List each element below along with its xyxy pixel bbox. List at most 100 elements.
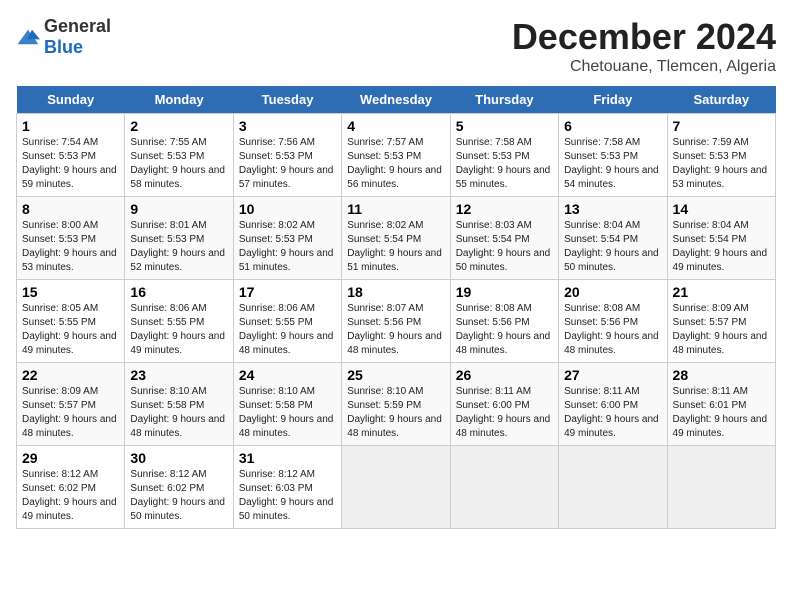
day-number: 18 <box>347 284 444 300</box>
day-info: Sunrise: 8:12 AM Sunset: 6:02 PM Dayligh… <box>22 468 119 524</box>
calendar-day-cell: 8 Sunrise: 8:00 AM Sunset: 5:53 PM Dayli… <box>17 197 125 280</box>
day-info: Sunrise: 8:11 AM Sunset: 6:01 PM Dayligh… <box>673 385 770 441</box>
calendar-week-row: 22 Sunrise: 8:09 AM Sunset: 5:57 PM Dayl… <box>17 363 776 446</box>
daylight-text: Daylight: 9 hours and 52 minutes. <box>130 248 225 273</box>
sunset-text: Sunset: 5:54 PM <box>347 234 421 245</box>
daylight-text: Daylight: 9 hours and 48 minutes. <box>239 331 334 356</box>
day-number: 4 <box>347 118 444 134</box>
day-number: 31 <box>239 450 336 466</box>
sunset-text: Sunset: 5:59 PM <box>347 400 421 411</box>
calendar-week-row: 8 Sunrise: 8:00 AM Sunset: 5:53 PM Dayli… <box>17 197 776 280</box>
calendar-day-cell: 18 Sunrise: 8:07 AM Sunset: 5:56 PM Dayl… <box>342 280 450 363</box>
daylight-text: Daylight: 9 hours and 48 minutes. <box>564 331 659 356</box>
calendar-day-cell <box>559 446 667 529</box>
sunset-text: Sunset: 6:00 PM <box>456 400 530 411</box>
calendar-day-cell: 7 Sunrise: 7:59 AM Sunset: 5:53 PM Dayli… <box>667 114 775 197</box>
title-area: December 2024 Chetouane, Tlemcen, Algeri… <box>512 16 776 76</box>
col-tuesday: Tuesday <box>233 86 341 114</box>
calendar-day-cell: 10 Sunrise: 8:02 AM Sunset: 5:53 PM Dayl… <box>233 197 341 280</box>
calendar-week-row: 15 Sunrise: 8:05 AM Sunset: 5:55 PM Dayl… <box>17 280 776 363</box>
logo-blue: Blue <box>44 37 83 57</box>
main-title: December 2024 <box>512 16 776 58</box>
daylight-text: Daylight: 9 hours and 51 minutes. <box>347 248 442 273</box>
day-info: Sunrise: 8:08 AM Sunset: 5:56 PM Dayligh… <box>564 302 661 358</box>
sunrise-text: Sunrise: 8:07 AM <box>347 303 423 314</box>
daylight-text: Daylight: 9 hours and 48 minutes. <box>456 414 551 439</box>
day-number: 21 <box>673 284 770 300</box>
calendar-day-cell: 30 Sunrise: 8:12 AM Sunset: 6:02 PM Dayl… <box>125 446 233 529</box>
day-number: 9 <box>130 201 227 217</box>
sunrise-text: Sunrise: 8:10 AM <box>347 386 423 397</box>
calendar-week-row: 1 Sunrise: 7:54 AM Sunset: 5:53 PM Dayli… <box>17 114 776 197</box>
daylight-text: Daylight: 9 hours and 48 minutes. <box>456 331 551 356</box>
day-info: Sunrise: 8:09 AM Sunset: 5:57 PM Dayligh… <box>673 302 770 358</box>
sunset-text: Sunset: 5:53 PM <box>673 151 747 162</box>
sunrise-text: Sunrise: 8:06 AM <box>239 303 315 314</box>
col-thursday: Thursday <box>450 86 558 114</box>
daylight-text: Daylight: 9 hours and 51 minutes. <box>239 248 334 273</box>
day-info: Sunrise: 7:54 AM Sunset: 5:53 PM Dayligh… <box>22 136 119 192</box>
sunset-text: Sunset: 5:58 PM <box>239 400 313 411</box>
sunset-text: Sunset: 5:54 PM <box>673 234 747 245</box>
col-monday: Monday <box>125 86 233 114</box>
day-number: 12 <box>456 201 553 217</box>
sunset-text: Sunset: 5:55 PM <box>239 317 313 328</box>
calendar-day-cell <box>667 446 775 529</box>
sunrise-text: Sunrise: 8:12 AM <box>239 469 315 480</box>
sunrise-text: Sunrise: 8:10 AM <box>130 386 206 397</box>
calendar-day-cell: 15 Sunrise: 8:05 AM Sunset: 5:55 PM Dayl… <box>17 280 125 363</box>
day-number: 29 <box>22 450 119 466</box>
sunrise-text: Sunrise: 8:03 AM <box>456 220 532 231</box>
logo: General Blue <box>16 16 111 58</box>
day-info: Sunrise: 8:04 AM Sunset: 5:54 PM Dayligh… <box>564 219 661 275</box>
day-number: 8 <box>22 201 119 217</box>
sunset-text: Sunset: 5:53 PM <box>239 151 313 162</box>
sunrise-text: Sunrise: 8:05 AM <box>22 303 98 314</box>
sunrise-text: Sunrise: 7:58 AM <box>456 137 532 148</box>
day-number: 25 <box>347 367 444 383</box>
day-info: Sunrise: 8:00 AM Sunset: 5:53 PM Dayligh… <box>22 219 119 275</box>
sunrise-text: Sunrise: 8:06 AM <box>130 303 206 314</box>
sunset-text: Sunset: 6:01 PM <box>673 400 747 411</box>
day-info: Sunrise: 8:01 AM Sunset: 5:53 PM Dayligh… <box>130 219 227 275</box>
daylight-text: Daylight: 9 hours and 53 minutes. <box>22 248 117 273</box>
calendar-day-cell: 9 Sunrise: 8:01 AM Sunset: 5:53 PM Dayli… <box>125 197 233 280</box>
day-number: 5 <box>456 118 553 134</box>
day-info: Sunrise: 7:58 AM Sunset: 5:53 PM Dayligh… <box>564 136 661 192</box>
sunrise-text: Sunrise: 8:09 AM <box>673 303 749 314</box>
calendar-week-row: 29 Sunrise: 8:12 AM Sunset: 6:02 PM Dayl… <box>17 446 776 529</box>
calendar-day-cell: 23 Sunrise: 8:10 AM Sunset: 5:58 PM Dayl… <box>125 363 233 446</box>
logo-general: General <box>44 16 111 36</box>
calendar-day-cell: 28 Sunrise: 8:11 AM Sunset: 6:01 PM Dayl… <box>667 363 775 446</box>
day-number: 1 <box>22 118 119 134</box>
day-info: Sunrise: 7:57 AM Sunset: 5:53 PM Dayligh… <box>347 136 444 192</box>
col-saturday: Saturday <box>667 86 775 114</box>
day-info: Sunrise: 8:05 AM Sunset: 5:55 PM Dayligh… <box>22 302 119 358</box>
day-number: 3 <box>239 118 336 134</box>
daylight-text: Daylight: 9 hours and 54 minutes. <box>564 165 659 190</box>
day-number: 22 <box>22 367 119 383</box>
daylight-text: Daylight: 9 hours and 57 minutes. <box>239 165 334 190</box>
calendar-day-cell: 2 Sunrise: 7:55 AM Sunset: 5:53 PM Dayli… <box>125 114 233 197</box>
day-number: 27 <box>564 367 661 383</box>
day-number: 14 <box>673 201 770 217</box>
day-number: 7 <box>673 118 770 134</box>
sunrise-text: Sunrise: 8:10 AM <box>239 386 315 397</box>
sunset-text: Sunset: 5:56 PM <box>456 317 530 328</box>
day-info: Sunrise: 8:12 AM Sunset: 6:03 PM Dayligh… <box>239 468 336 524</box>
header-row: Sunday Monday Tuesday Wednesday Thursday… <box>17 86 776 114</box>
daylight-text: Daylight: 9 hours and 48 minutes. <box>347 331 442 356</box>
sunrise-text: Sunrise: 7:57 AM <box>347 137 423 148</box>
sunrise-text: Sunrise: 8:02 AM <box>239 220 315 231</box>
sunrise-text: Sunrise: 7:56 AM <box>239 137 315 148</box>
daylight-text: Daylight: 9 hours and 50 minutes. <box>130 497 225 522</box>
day-number: 30 <box>130 450 227 466</box>
calendar-day-cell <box>450 446 558 529</box>
day-info: Sunrise: 8:02 AM Sunset: 5:54 PM Dayligh… <box>347 219 444 275</box>
sunrise-text: Sunrise: 8:11 AM <box>673 386 748 397</box>
sunrise-text: Sunrise: 8:00 AM <box>22 220 98 231</box>
sunrise-text: Sunrise: 8:04 AM <box>673 220 749 231</box>
daylight-text: Daylight: 9 hours and 55 minutes. <box>456 165 551 190</box>
day-info: Sunrise: 8:10 AM Sunset: 5:58 PM Dayligh… <box>130 385 227 441</box>
day-number: 6 <box>564 118 661 134</box>
